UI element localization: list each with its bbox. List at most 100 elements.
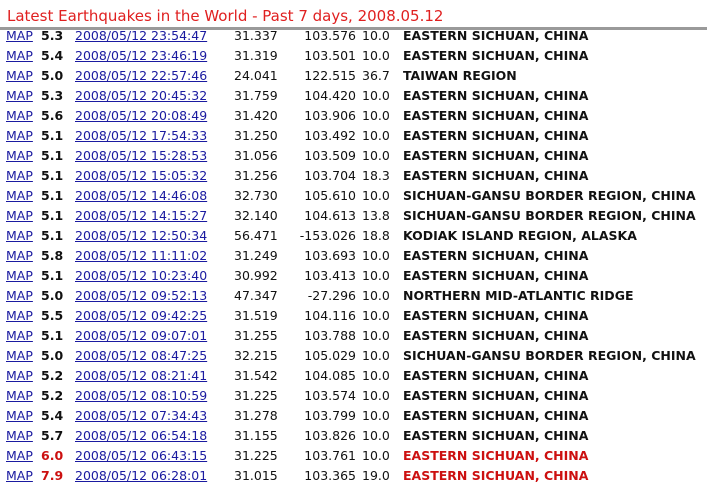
region: NORTHERN MID-ATLANTIC RIDGE: [403, 288, 634, 303]
quake-row: MAP 5.1 2008/05/12 15:05:32 31.256 103.704 18…: [0, 166, 707, 186]
earthquake-list: MAP 5.3 2008/05/12 23:54:47 31.337 103.576 10…: [0, 26, 707, 486]
magnitude: 5.4: [41, 48, 64, 63]
event-time-link[interactable]: 2008/05/12 23:46:19: [75, 46, 207, 66]
map-link[interactable]: MAP: [6, 386, 33, 406]
event-time-link[interactable]: 2008/05/12 23:54:47: [75, 26, 207, 46]
latitude: 56.471: [234, 228, 278, 243]
quake-row: MAP 7.9 2008/05/12 06:28:01 31.015 103.365 19…: [0, 466, 707, 486]
event-time-link[interactable]: 2008/05/12 14:46:08: [75, 186, 207, 206]
map-link[interactable]: MAP: [6, 366, 33, 386]
depth: 10.0: [362, 268, 390, 283]
longitude: 103.704: [304, 168, 356, 183]
map-link[interactable]: MAP: [6, 226, 33, 246]
depth: 19.0: [362, 468, 390, 483]
depth: 10.0: [362, 308, 390, 323]
longitude: 103.413: [304, 268, 356, 283]
region: TAIWAN REGION: [403, 68, 517, 83]
quake-row: MAP 5.1 2008/05/12 14:15:27 32.140 104.613 13…: [0, 206, 707, 226]
magnitude: 5.1: [41, 188, 64, 203]
longitude: 104.613: [304, 208, 356, 223]
latitude: 31.542: [234, 368, 278, 383]
map-link[interactable]: MAP: [6, 186, 33, 206]
map-link[interactable]: MAP: [6, 86, 33, 106]
latitude: 31.759: [234, 88, 278, 103]
region: SICHUAN-GANSU BORDER REGION, CHINA: [403, 348, 696, 363]
region: EASTERN SICHUAN, CHINA: [403, 408, 589, 423]
quake-row: MAP 5.4 2008/05/12 07:34:43 31.278 103.799 10…: [0, 406, 707, 426]
event-time-link[interactable]: 2008/05/12 20:08:49: [75, 106, 207, 126]
map-link[interactable]: MAP: [6, 206, 33, 226]
region: EASTERN SICHUAN, CHINA: [403, 428, 589, 443]
event-time-link[interactable]: 2008/05/12 14:15:27: [75, 206, 207, 226]
event-time-link[interactable]: 2008/05/12 08:47:25: [75, 346, 207, 366]
map-link[interactable]: MAP: [6, 426, 33, 446]
event-time-link[interactable]: 2008/05/12 06:54:18: [75, 426, 207, 446]
quake-row: MAP 5.6 2008/05/12 20:08:49 31.420 103.906 10…: [0, 106, 707, 126]
event-time-link[interactable]: 2008/05/12 10:23:40: [75, 266, 207, 286]
map-link[interactable]: MAP: [6, 446, 33, 466]
quake-row: MAP 5.4 2008/05/12 23:46:19 31.319 103.501 10…: [0, 46, 707, 66]
longitude: 104.116: [304, 308, 356, 323]
event-time-link[interactable]: 2008/05/12 09:42:25: [75, 306, 207, 326]
event-time-link[interactable]: 2008/05/12 11:11:02: [75, 246, 207, 266]
latitude: 31.519: [234, 308, 278, 323]
map-link[interactable]: MAP: [6, 126, 33, 146]
magnitude: 6.0: [41, 448, 64, 463]
magnitude: 5.1: [41, 228, 64, 243]
map-link[interactable]: MAP: [6, 246, 33, 266]
map-link[interactable]: MAP: [6, 346, 33, 366]
longitude: 103.574: [304, 388, 356, 403]
quake-row: MAP 5.1 2008/05/12 10:23:40 30.992 103.413 10…: [0, 266, 707, 286]
event-time-link[interactable]: 2008/05/12 17:54:33: [75, 126, 207, 146]
event-time-link[interactable]: 2008/05/12 12:50:34: [75, 226, 207, 246]
latitude: 31.420: [234, 108, 278, 123]
event-time-link[interactable]: 2008/05/12 15:28:53: [75, 146, 207, 166]
longitude: 103.906: [304, 108, 356, 123]
event-time-link[interactable]: 2008/05/12 06:28:01: [75, 466, 207, 486]
quake-row: MAP 5.3 2008/05/12 23:54:47 31.337 103.576 10…: [0, 26, 707, 46]
event-time-link[interactable]: 2008/05/12 20:45:32: [75, 86, 207, 106]
map-link[interactable]: MAP: [6, 26, 33, 46]
region: EASTERN SICHUAN, CHINA: [403, 388, 589, 403]
event-time-link[interactable]: 2008/05/12 09:07:01: [75, 326, 207, 346]
map-link[interactable]: MAP: [6, 326, 33, 346]
quake-row: MAP 5.1 2008/05/12 09:07:01 31.255 103.788 10…: [0, 326, 707, 346]
latitude: 31.250: [234, 128, 278, 143]
longitude: 103.509: [304, 148, 356, 163]
longitude: 105.029: [304, 348, 356, 363]
magnitude: 5.1: [41, 208, 64, 223]
depth: 10.0: [362, 148, 390, 163]
magnitude: 5.2: [41, 368, 64, 383]
region: SICHUAN-GANSU BORDER REGION, CHINA: [403, 188, 696, 203]
map-link[interactable]: MAP: [6, 286, 33, 306]
event-time-link[interactable]: 2008/05/12 15:05:32: [75, 166, 207, 186]
depth: 10.0: [362, 408, 390, 423]
event-time-link[interactable]: 2008/05/12 06:43:15: [75, 446, 207, 466]
event-time-link[interactable]: 2008/05/12 07:34:43: [75, 406, 207, 426]
quake-row: MAP 5.2 2008/05/12 08:21:41 31.542 104.085 10…: [0, 366, 707, 386]
latitude: 31.249: [234, 248, 278, 263]
event-time-link[interactable]: 2008/05/12 22:57:46: [75, 66, 207, 86]
region: EASTERN SICHUAN, CHINA: [403, 328, 589, 343]
map-link[interactable]: MAP: [6, 106, 33, 126]
map-link[interactable]: MAP: [6, 166, 33, 186]
region: EASTERN SICHUAN, CHINA: [403, 88, 589, 103]
depth: 10.0: [362, 28, 390, 43]
map-link[interactable]: MAP: [6, 306, 33, 326]
longitude: -27.296: [307, 288, 356, 303]
longitude: 104.420: [304, 88, 356, 103]
latitude: 32.140: [234, 208, 278, 223]
magnitude: 5.0: [41, 68, 64, 83]
map-link[interactable]: MAP: [6, 466, 33, 486]
event-time-link[interactable]: 2008/05/12 08:10:59: [75, 386, 207, 406]
map-link[interactable]: MAP: [6, 46, 33, 66]
event-time-link[interactable]: 2008/05/12 08:21:41: [75, 366, 207, 386]
depth: 10.0: [362, 108, 390, 123]
map-link[interactable]: MAP: [6, 146, 33, 166]
map-link[interactable]: MAP: [6, 66, 33, 86]
event-time-link[interactable]: 2008/05/12 09:52:13: [75, 286, 207, 306]
map-link[interactable]: MAP: [6, 266, 33, 286]
region: EASTERN SICHUAN, CHINA: [403, 128, 589, 143]
quake-row: MAP 5.2 2008/05/12 08:10:59 31.225 103.574 10…: [0, 386, 707, 406]
map-link[interactable]: MAP: [6, 406, 33, 426]
